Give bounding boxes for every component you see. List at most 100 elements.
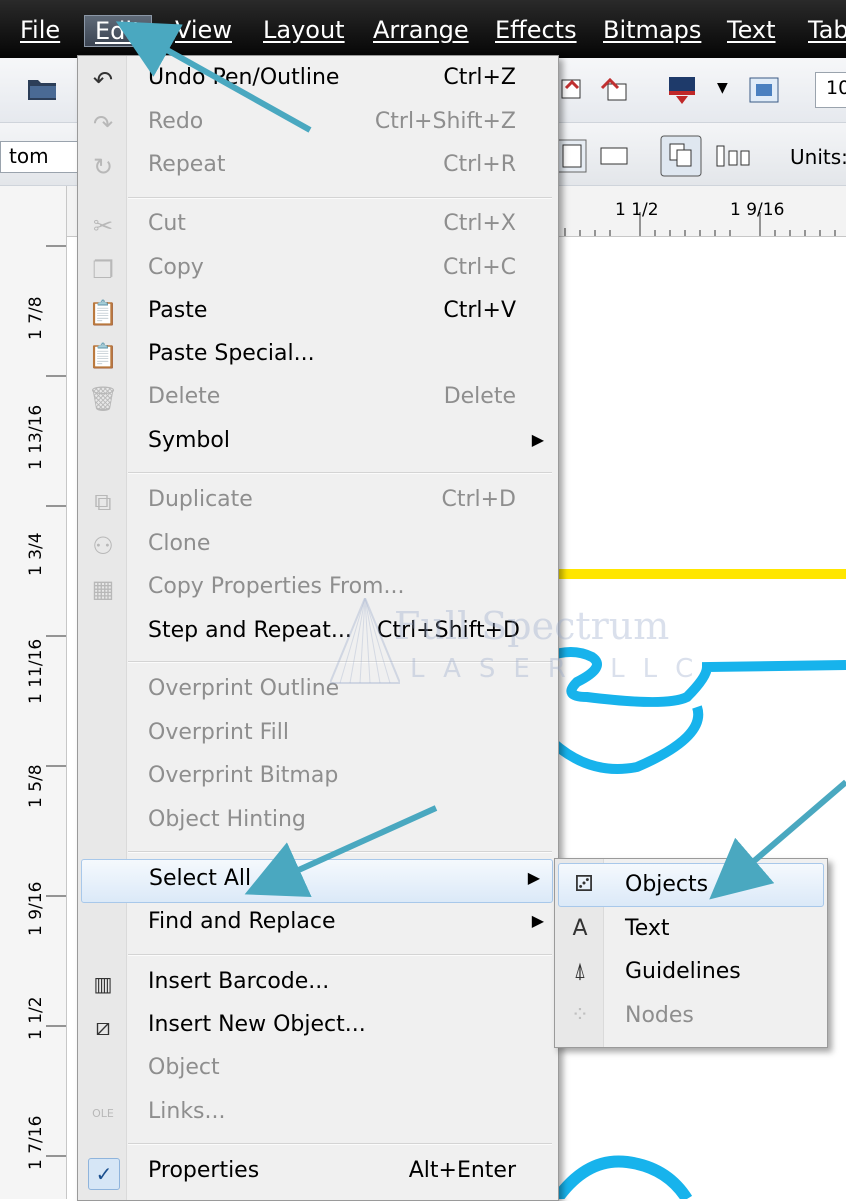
menu-item-label: Insert Barcode... — [148, 969, 330, 994]
current-page-icon[interactable] — [714, 143, 754, 169]
undo-icon: ↶ — [92, 66, 114, 94]
menu-item-label: Duplicate — [148, 487, 253, 512]
ruler-left-label: 1 7/16 — [26, 1115, 46, 1170]
menu-item-undo[interactable]: ↶ Undo Pen/Outline Ctrl+Z — [78, 59, 556, 101]
menu-item-label: Select All — [149, 866, 252, 891]
menu-item-clone[interactable]: ⚇ Clone — [78, 525, 556, 567]
menu-item-object[interactable]: Object — [78, 1049, 556, 1091]
menu-item-copy[interactable]: ❐ Copy Ctrl+C — [78, 249, 556, 291]
zoom-level-field[interactable]: 10 — [815, 72, 846, 108]
menu-item-label: Step and Repeat... — [148, 618, 352, 643]
menu-item-cut[interactable]: ✂ Cut Ctrl+X — [78, 205, 556, 247]
duplicate-icon: ⧉ — [94, 488, 112, 516]
menu-item-label: Paste — [148, 298, 208, 323]
menu-item-label: Find and Replace — [148, 909, 336, 934]
redo-icon: ↷ — [92, 110, 114, 138]
menu-item-label: Symbol — [148, 428, 230, 453]
menu-item-shortcut: Ctrl+X — [443, 211, 516, 236]
portrait-icon[interactable] — [557, 139, 587, 173]
menu-item-shortcut: Ctrl+R — [443, 152, 516, 177]
ruler-top-label: 1 9/16 — [730, 200, 785, 220]
select-text-icon: A — [572, 916, 588, 941]
menu-item-overprint-bitmap[interactable]: Overprint Bitmap — [78, 757, 556, 799]
menu-item-shortcut: Ctrl+Shift+D — [377, 618, 520, 643]
submenu-item-text[interactable]: A Text — [555, 908, 825, 950]
blue-outline-curve — [543, 705, 704, 774]
menu-separator — [128, 1143, 552, 1145]
menu-edit[interactable]: Edit — [84, 15, 153, 47]
page-size-dropdown[interactable]: tom — [0, 141, 78, 173]
menu-item-label: Paste Special... — [148, 341, 315, 366]
menu-view[interactable]: View — [175, 14, 232, 46]
menu-item-insert-new-object[interactable]: ⧄ Insert New Object... — [78, 1006, 556, 1048]
menu-item-label: Clone — [148, 531, 211, 556]
menu-item-step-and-repeat[interactable]: Step and Repeat... Ctrl+Shift+D — [78, 612, 556, 654]
menu-effects[interactable]: Effects — [495, 14, 577, 46]
submenu-item-label: Objects — [625, 872, 709, 897]
chevron-down-icon[interactable]: ▼ — [717, 80, 728, 96]
menu-item-label: Properties — [148, 1158, 260, 1183]
submenu-item-objects[interactable]: ⚂ Objects — [558, 863, 824, 907]
export-icon[interactable] — [598, 74, 632, 104]
publish-pdf-icon[interactable] — [666, 74, 700, 106]
menu-arrange[interactable]: Arrange — [373, 14, 469, 46]
menu-bitmaps[interactable]: Bitmaps — [603, 14, 701, 46]
menu-item-label: Copy Properties From... — [148, 574, 405, 599]
submenu-arrow-icon: ▶ — [531, 430, 544, 449]
menu-item-select-all[interactable]: Select All ▶ — [81, 859, 553, 903]
submenu-item-guidelines[interactable]: ⍋ Guidelines — [555, 951, 825, 993]
ruler-left-label: 1 11/16 — [26, 638, 46, 704]
menu-item-shortcut: Ctrl+Z — [443, 65, 516, 90]
menu-item-label: Overprint Bitmap — [148, 763, 339, 788]
copy-properties-icon: ▦ — [91, 575, 115, 603]
menu-item-duplicate[interactable]: ⧉ Duplicate Ctrl+D — [78, 481, 556, 523]
ruler-left-label: 1 5/8 — [26, 764, 46, 808]
menu-item-label: Cut — [148, 211, 186, 236]
ruler-left-label: 1 9/16 — [26, 881, 46, 936]
trash-icon: 🗑 — [88, 385, 119, 413]
submenu-item-label: Guidelines — [625, 959, 741, 984]
ruler-top-label: 1 1/2 — [615, 200, 659, 220]
ruler-left-label: 1 7/8 — [26, 296, 46, 340]
clone-icon: ⚇ — [92, 532, 114, 560]
all-pages-icon[interactable] — [660, 135, 702, 177]
menu-item-properties[interactable]: ✓ Properties Alt+Enter — [78, 1152, 556, 1194]
menu-item-shortcut: Ctrl+C — [443, 255, 516, 280]
menu-item-links[interactable]: OLE Links... — [78, 1093, 556, 1135]
menu-item-repeat[interactable]: ↻ Repeat Ctrl+R — [78, 146, 556, 188]
edit-menu: ↶ Undo Pen/Outline Ctrl+Z ↷ Redo Ctrl+Sh… — [77, 55, 559, 1201]
menu-item-overprint-outline[interactable]: Overprint Outline — [78, 670, 556, 712]
menu-text[interactable]: Text — [727, 14, 776, 46]
menu-item-object-hinting[interactable]: Object Hinting — [78, 801, 556, 843]
menu-item-shortcut: Ctrl+Shift+Z — [374, 109, 516, 134]
blue-outline-bottom — [552, 1155, 693, 1199]
ruler-left-label: 1 3/4 — [26, 532, 46, 576]
landscape-icon[interactable] — [598, 143, 630, 169]
submenu-item-nodes[interactable]: ⁘ Nodes — [555, 995, 825, 1037]
menu-separator — [128, 851, 552, 853]
menu-layout[interactable]: Layout — [263, 14, 345, 46]
menu-item-symbol[interactable]: Symbol ▶ — [78, 422, 556, 464]
import-icon[interactable] — [560, 76, 584, 102]
open-folder-icon[interactable] — [26, 74, 58, 102]
menu-table[interactable]: Tab — [808, 14, 846, 46]
menu-file[interactable]: File — [20, 14, 60, 46]
menu-item-shortcut: Delete — [443, 384, 516, 409]
barcode-icon: ▥ — [93, 972, 113, 996]
menu-item-delete[interactable]: 🗑 Delete Delete — [78, 378, 556, 420]
menu-item-paste[interactable]: 📋 Paste Ctrl+V — [78, 292, 556, 334]
menu-item-overprint-fill[interactable]: Overprint Fill — [78, 714, 556, 756]
application-launcher-icon[interactable] — [748, 76, 780, 104]
repeat-icon: ↻ — [92, 153, 114, 181]
select-nodes-icon: ⁘ — [570, 1003, 590, 1028]
menu-item-redo[interactable]: ↷ Redo Ctrl+Shift+Z — [78, 103, 556, 145]
menu-item-insert-barcode[interactable]: ▥ Insert Barcode... — [78, 963, 556, 1005]
scissors-icon: ✂ — [92, 212, 114, 240]
menu-item-find-and-replace[interactable]: Find and Replace ▶ — [78, 903, 556, 945]
select-all-submenu: ⚂ Objects A Text ⍋ Guidelines ⁘ Nodes — [554, 858, 828, 1048]
paste-special-icon: 📋 — [88, 342, 118, 370]
ruler-left-label: 1 1/2 — [26, 996, 46, 1040]
copy-icon: ❐ — [92, 256, 114, 284]
menu-item-copy-properties[interactable]: ▦ Copy Properties From... — [78, 568, 556, 610]
menu-item-paste-special[interactable]: 📋 Paste Special... — [78, 335, 556, 377]
